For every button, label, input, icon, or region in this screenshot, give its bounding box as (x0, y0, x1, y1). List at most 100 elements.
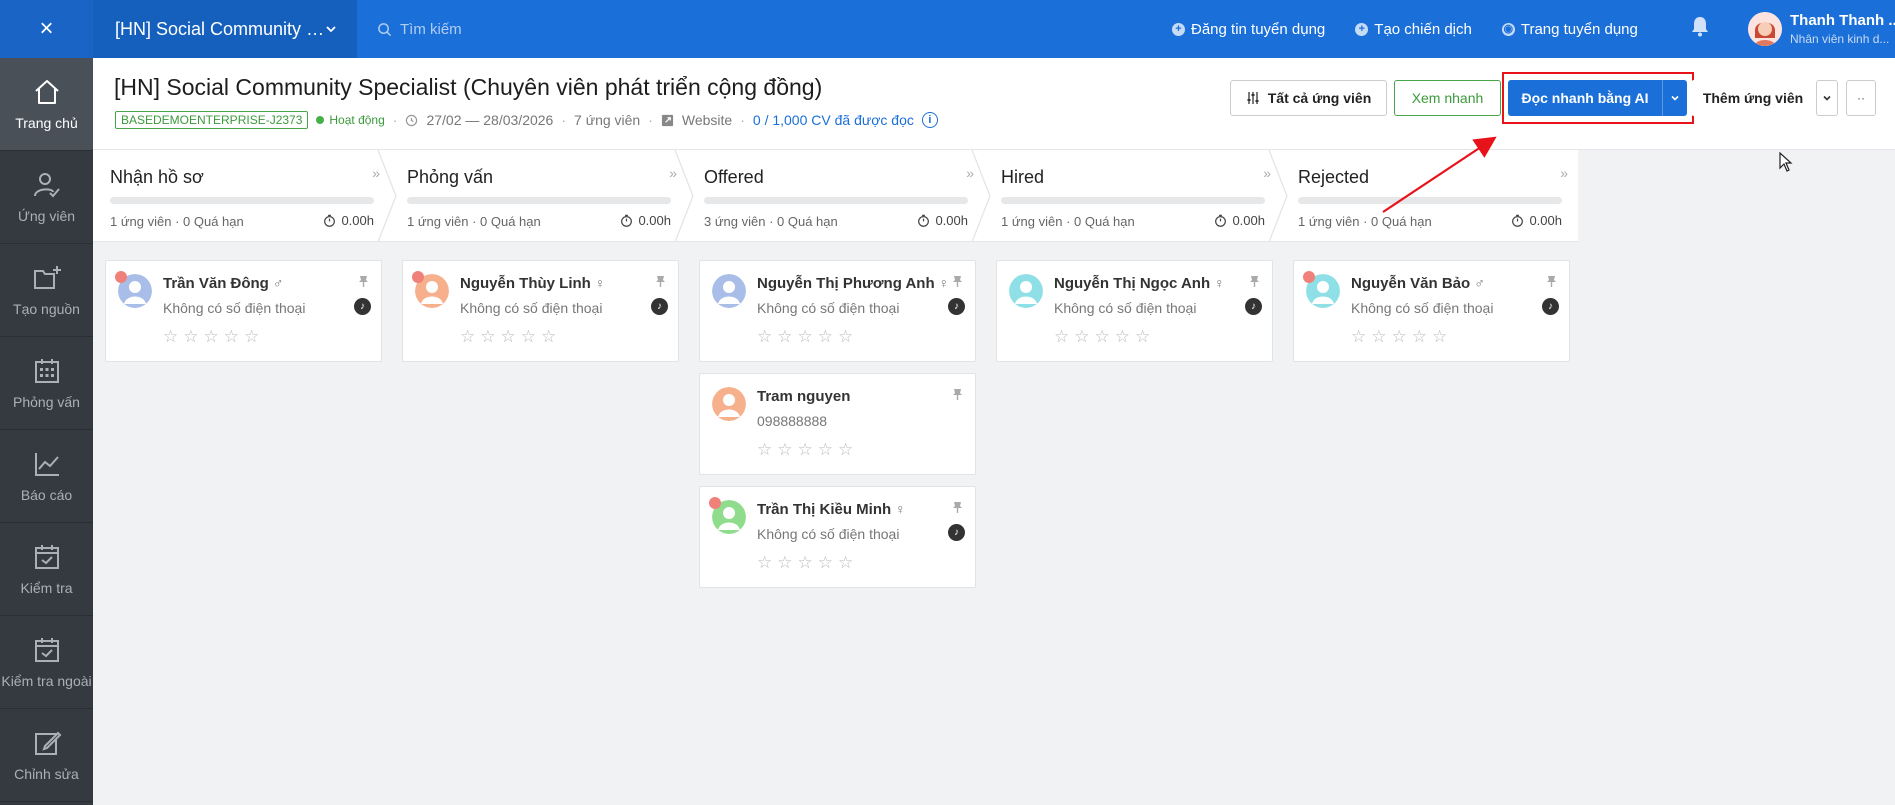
top-bar: × [HN] Social Community Sp... Tìm kiếm +… (0, 0, 1895, 58)
candidate-name[interactable]: Trần Văn Đông ♂ (163, 275, 283, 292)
stage-3[interactable]: Hired» 1 ứng viên · 0 Quá hạn 0.00h (984, 150, 1281, 242)
rating-stars[interactable]: ☆ ☆ ☆ ☆ ☆ (1054, 327, 1150, 347)
search-input[interactable]: Tìm kiếm (400, 21, 462, 38)
sidebar-item-sourcing[interactable]: Tạo nguồn (0, 244, 93, 337)
career-page-link[interactable]: ◉ Trang tuyển dụng (1501, 21, 1638, 38)
create-campaign-link[interactable]: + Tạo chiến dịch (1355, 21, 1472, 38)
rating-stars[interactable]: ☆ ☆ ☆ ☆ ☆ (1351, 327, 1447, 347)
candidate-phone: 098888888 (757, 413, 828, 429)
pin-icon[interactable] (952, 388, 963, 404)
gender-icon: ♂ (1474, 275, 1485, 291)
stage-2[interactable]: Offered» 3 ứng viên · 0 Quá hạn 0.00h (687, 150, 984, 242)
rating-stars[interactable]: ☆ ☆ ☆ ☆ ☆ (460, 327, 556, 347)
rating-stars[interactable]: ☆ ☆ ☆ ☆ ☆ (757, 327, 853, 347)
add-candidate-dropdown[interactable] (1816, 80, 1838, 116)
sidebar-item-interview[interactable]: Phỏng vấn (0, 337, 93, 430)
star-icon: ☆ (1114, 327, 1130, 346)
post-job-link[interactable]: + Đăng tin tuyển dụng (1172, 21, 1325, 38)
job-header: [HN] Social Community Specialist (Chuyên… (93, 58, 1895, 150)
star-icon: ☆ (777, 327, 793, 346)
stage-time: 0.00h (1214, 213, 1265, 228)
calendar-grid-icon (34, 359, 59, 383)
chart-line-icon (34, 453, 59, 476)
bell-icon[interactable] (1690, 15, 1710, 37)
more-options-button[interactable]: ·· (1846, 80, 1876, 116)
pin-icon[interactable] (358, 275, 369, 291)
star-icon: ☆ (838, 553, 854, 572)
new-badge-icon (115, 271, 127, 283)
timer-icon (621, 214, 633, 227)
candidate-card[interactable]: Tram nguyen 098888888 ☆ ☆ ☆ ☆ ☆ (699, 373, 976, 475)
gender-icon: ♀ (594, 275, 606, 291)
top-actions: + Đăng tin tuyển dụng + Tạo chiến dịch ◉ Tr… (1172, 0, 1638, 58)
chevron-down-icon (326, 26, 336, 33)
rating-stars[interactable]: ☆ ☆ ☆ ☆ ☆ (163, 327, 259, 347)
star-icon: ☆ (817, 327, 833, 346)
sidebar-item-external-tests[interactable]: Kiểm tra ngoài (0, 616, 93, 709)
rating-stars[interactable]: ☆ ☆ ☆ ☆ ☆ (757, 553, 853, 573)
stage-info: 1 ứng viên · 0 Quá hạn (1298, 214, 1432, 229)
edit-icon (34, 731, 61, 755)
search-box[interactable]: Tìm kiếm (377, 21, 462, 38)
stage-column-1: Nguyễn Thùy Linh ♀ Không có số điện thoại ☆… (402, 260, 679, 373)
candidate-card[interactable]: Nguyễn Thị Ngọc Anh ♀ Không có số điện tho… (996, 260, 1273, 362)
star-icon: ☆ (1351, 327, 1367, 346)
star-icon: ☆ (817, 440, 833, 459)
star-icon: ☆ (817, 553, 833, 572)
job-code-badge: BASEDEMOENTERPRISE-J2373 (115, 111, 309, 129)
candidate-name[interactable]: Nguyễn Thị Phương Anh ♀ (757, 275, 949, 292)
search-icon (378, 22, 392, 36)
sidebar-item-tests[interactable]: Kiểm tra (0, 523, 93, 616)
source-label: Website (681, 112, 733, 128)
candidate-card[interactable]: Nguyễn Thị Phương Anh ♀ Không có số điện t… (699, 260, 976, 362)
candidate-name[interactable]: Nguyễn Thùy Linh ♀ (460, 275, 605, 292)
candidate-card[interactable]: Trần Văn Đông ♂ Không có số điện thoại ☆ ☆ ☆ ☆… (105, 260, 382, 362)
candidate-name[interactable]: Nguyễn Văn Bảo ♂ (1351, 275, 1485, 292)
candidate-name[interactable]: Tram nguyen (757, 388, 854, 405)
pin-icon[interactable] (952, 501, 963, 517)
candidate-card[interactable]: Nguyễn Thùy Linh ♀ Không có số điện thoại ☆… (402, 260, 679, 362)
candidate-card[interactable]: Trần Thị Kiều Minh ♀ Không có số điện thoạ… (699, 486, 976, 588)
stage-strip: Nhận hồ sơ » 1 ứng viên · 0 Quá hạn 0.00h Ph… (93, 150, 1578, 242)
star-icon: ☆ (797, 327, 813, 346)
stage-1[interactable]: Phỏng vấn» 1 ứng viên · 0 Quá hạn 0.00h (390, 150, 687, 242)
pin-icon[interactable] (1249, 275, 1260, 291)
mouse-cursor-icon (1779, 152, 1793, 172)
sidebar-item-edit[interactable]: Chỉnh sửa (0, 709, 93, 802)
job-selector[interactable]: [HN] Social Community Sp... (93, 0, 357, 58)
stage-column-4: Nguyễn Văn Bảo ♂ Không có số điện thoại ☆ ☆ ☆… (1293, 260, 1570, 373)
user-name: Thanh Thanh ... (1790, 12, 1895, 29)
avatar (712, 274, 746, 308)
stage-0[interactable]: Nhận hồ sơ» 1 ứng viên · 0 Quá hạn 0.00h (93, 150, 390, 242)
stage-name: Hired (1001, 167, 1045, 187)
close-icon: × (39, 15, 54, 42)
stage-name: Rejected (1298, 167, 1370, 187)
sidebar-item-reports[interactable]: Báo cáo (0, 430, 93, 523)
user-menu[interactable]: Thanh Thanh ... Nhân viên kinh d... (1748, 0, 1895, 58)
quick-view-button[interactable]: Xem nhanh (1394, 80, 1501, 116)
candidate-name[interactable]: Nguyễn Thị Ngọc Anh ♀ (1054, 275, 1225, 292)
candidate-card[interactable]: Nguyễn Văn Bảo ♂ Không có số điện thoại ☆ ☆ ☆… (1293, 260, 1570, 362)
pin-icon[interactable] (1546, 275, 1557, 291)
stage-name: Phỏng vấn (407, 167, 494, 187)
info-icon[interactable]: i (921, 112, 938, 128)
add-candidate-button[interactable]: Thêm ứng viên (1691, 80, 1815, 116)
stage-4[interactable]: Rejected » 1 ứng viên · 0 Quá hạn 0.00h (1281, 150, 1578, 242)
double-chevron-icon[interactable]: » (1560, 165, 1568, 181)
close-button[interactable]: × (0, 0, 93, 58)
sidebar-item-candidates[interactable]: Ứng viên (0, 151, 93, 244)
sidebar-item-home[interactable]: Trang chủ (0, 58, 93, 151)
new-badge-icon (1303, 271, 1315, 283)
star-icon: ☆ (541, 327, 557, 346)
status-badge: Hoạt động (316, 113, 385, 127)
stage-column-2: Nguyễn Thị Phương Anh ♀ Không có số điện t… (699, 260, 976, 599)
pin-icon[interactable] (655, 275, 666, 291)
all-candidates-button[interactable]: Tất cả ứng viên (1230, 80, 1387, 116)
pin-icon[interactable] (952, 275, 963, 291)
candidate-name[interactable]: Trần Thị Kiều Minh ♀ (757, 501, 906, 518)
page-title: [HN] Social Community Specialist (Chuyên… (114, 74, 823, 100)
stage-column-3: Nguyễn Thị Ngọc Anh ♀ Không có số điện tho… (996, 260, 1273, 373)
calendar-check-outline-icon (34, 638, 59, 662)
rating-stars[interactable]: ☆ ☆ ☆ ☆ ☆ (757, 440, 853, 460)
star-icon: ☆ (1074, 327, 1090, 346)
